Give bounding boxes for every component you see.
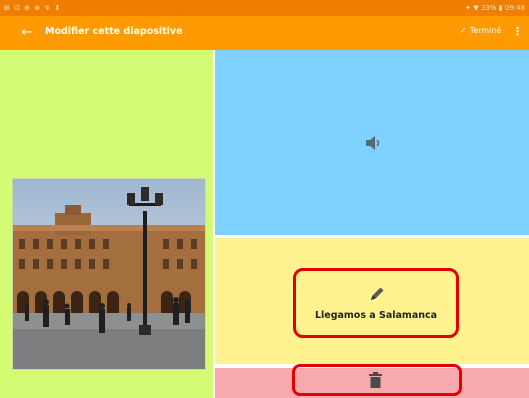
pencil-icon[interactable]: [368, 285, 386, 303]
photo-panel[interactable]: [0, 50, 213, 398]
done-label: Terminé: [469, 26, 502, 35]
slide-photo[interactable]: [12, 178, 206, 370]
text-panel[interactable]: Llegamos a Salamanca: [215, 238, 529, 364]
slide-caption: Llegamos a Salamanca: [314, 310, 438, 321]
delete-highlight[interactable]: [292, 364, 462, 396]
more-vertical-icon[interactable]: ⋮: [512, 25, 523, 38]
page-title: Modifier cette diapositive: [45, 26, 183, 37]
delete-panel[interactable]: [215, 364, 529, 398]
speaker-icon[interactable]: [364, 134, 382, 152]
done-button[interactable]: ✓ Terminé: [460, 26, 501, 35]
trash-icon[interactable]: [369, 372, 382, 388]
status-info-right: ✦ ▼ 33% ▮ 09:48: [465, 4, 525, 12]
status-bar: ⊞ ⊡ ⊕ ⊗ ↯ ⬇ ✦ ▼ 33% ▮ 09:48: [0, 0, 529, 16]
sound-panel[interactable]: [215, 50, 529, 235]
check-icon: ✓: [460, 26, 467, 35]
back-button[interactable]: ←: [18, 24, 36, 42]
status-icons-left: ⊞ ⊡ ⊕ ⊗ ↯ ⬇: [4, 4, 62, 12]
caption-highlight[interactable]: Llegamos a Salamanca: [293, 268, 459, 338]
arrow-left-icon: ←: [21, 25, 33, 40]
app-bar: ← Modifier cette diapositive . . ✓ Termi…: [0, 16, 529, 50]
